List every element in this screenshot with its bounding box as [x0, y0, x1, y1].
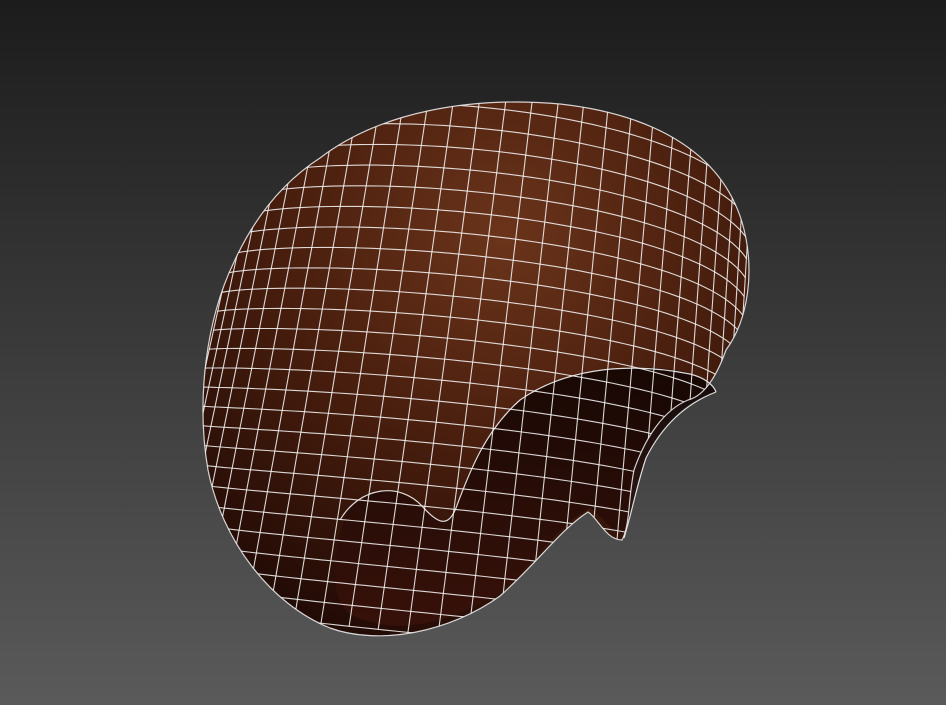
3d-viewport[interactable]: [0, 0, 946, 705]
viewport-canvas[interactable]: [0, 0, 946, 705]
